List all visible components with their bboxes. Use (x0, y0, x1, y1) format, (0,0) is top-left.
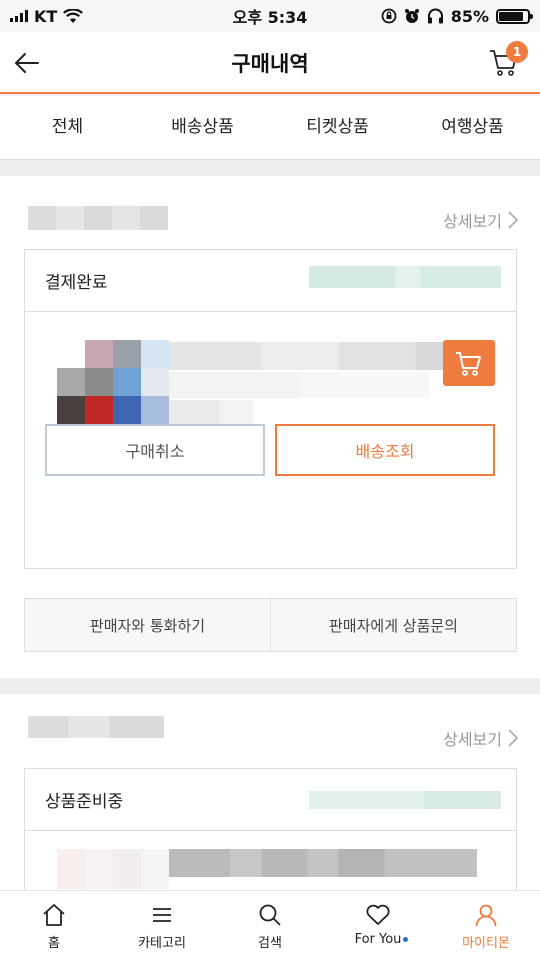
order-card: 상세보기 결제완료 구매취소 배송조회 판매자와 통화하기 판매자에게 상품문의 (0, 176, 540, 678)
order-box: 결제완료 구매취소 배송조회 (24, 249, 517, 569)
chevron-right-icon (508, 729, 518, 747)
detail-label: 상세보기 (443, 212, 502, 231)
tab-travel[interactable]: 여행상품 (405, 96, 540, 159)
nav-label: 마이티몬 (462, 936, 510, 951)
order-detail-link[interactable]: 상세보기 (443, 208, 518, 232)
tab-ticket[interactable]: 티켓상품 (270, 96, 405, 159)
nav-label: 홈 (48, 936, 60, 951)
redacted-product-option (169, 372, 429, 398)
order-type-tabs: 전체 배송상품 티켓상품 여행상품 (0, 96, 540, 160)
order-status-label: 상품준비중 (45, 792, 124, 812)
seller-actions: 판매자와 통화하기 판매자에게 상품문의 (24, 598, 517, 652)
detail-label: 상세보기 (443, 730, 502, 749)
redacted-order-number (309, 266, 501, 288)
redacted-order-date (28, 716, 164, 738)
ask-seller-button[interactable]: 판매자에게 상품문의 (270, 599, 516, 651)
status-bar: KT 오후 5:34 85% (0, 0, 540, 32)
cart-icon (456, 352, 481, 376)
tab-delivery[interactable]: 배송상품 (135, 96, 270, 159)
order-detail-link[interactable]: 상세보기 (443, 726, 518, 750)
menu-icon (153, 908, 171, 922)
nav-search[interactable]: 검색 (216, 891, 324, 961)
battery-icon (496, 8, 533, 24)
bottom-navigation: 홈 카테고리 검색 For You 마이티몬 (0, 890, 540, 961)
person-icon (475, 904, 497, 927)
order-status: 결제완료 (25, 250, 516, 312)
order-card: 상세보기 상품준비중 (0, 694, 540, 908)
nav-label: 카테고리 (138, 936, 186, 951)
nav-home[interactable]: 홈 (0, 891, 108, 961)
home-icon (43, 904, 65, 926)
nav-label: For You (354, 932, 402, 947)
redacted-product-image (57, 849, 169, 889)
rotation-lock-icon (381, 8, 397, 24)
heart-icon (366, 904, 390, 925)
search-icon (259, 904, 281, 926)
redacted-product-name (169, 849, 477, 877)
call-seller-button[interactable]: 판매자와 통화하기 (25, 599, 270, 651)
new-indicator-dot (403, 937, 408, 942)
redacted-product-price (169, 400, 253, 426)
status-time: 오후 5:34 (232, 8, 308, 27)
add-to-cart-button[interactable] (443, 340, 495, 386)
wifi-icon (63, 8, 84, 23)
page-title: 구매내역 (231, 52, 309, 76)
redacted-product-name (169, 342, 477, 370)
signal-icon (10, 10, 28, 22)
redacted-order-number (309, 791, 501, 809)
app-header: 구매내역 1 (0, 32, 540, 94)
nav-my-timon[interactable]: 마이티몬 (432, 891, 540, 961)
order-status: 상품준비중 (25, 769, 516, 831)
cancel-order-button[interactable]: 구매취소 (45, 424, 265, 476)
nav-category[interactable]: 카테고리 (108, 891, 216, 961)
order-box: 상품준비중 (24, 768, 517, 908)
headphones-icon (427, 8, 443, 24)
tab-all[interactable]: 전체 (0, 96, 135, 159)
cart-count-badge: 1 (506, 41, 528, 63)
chevron-right-icon (508, 211, 518, 229)
nav-for-you[interactable]: For You (324, 891, 432, 961)
order-status-label: 결제완료 (45, 273, 108, 293)
carrier-label: KT (34, 6, 58, 26)
track-shipment-button[interactable]: 배송조회 (275, 424, 495, 476)
redacted-order-date (28, 206, 168, 230)
nav-label: 검색 (258, 936, 282, 951)
battery-percent: 85% (450, 6, 489, 26)
alarm-icon (404, 9, 419, 23)
